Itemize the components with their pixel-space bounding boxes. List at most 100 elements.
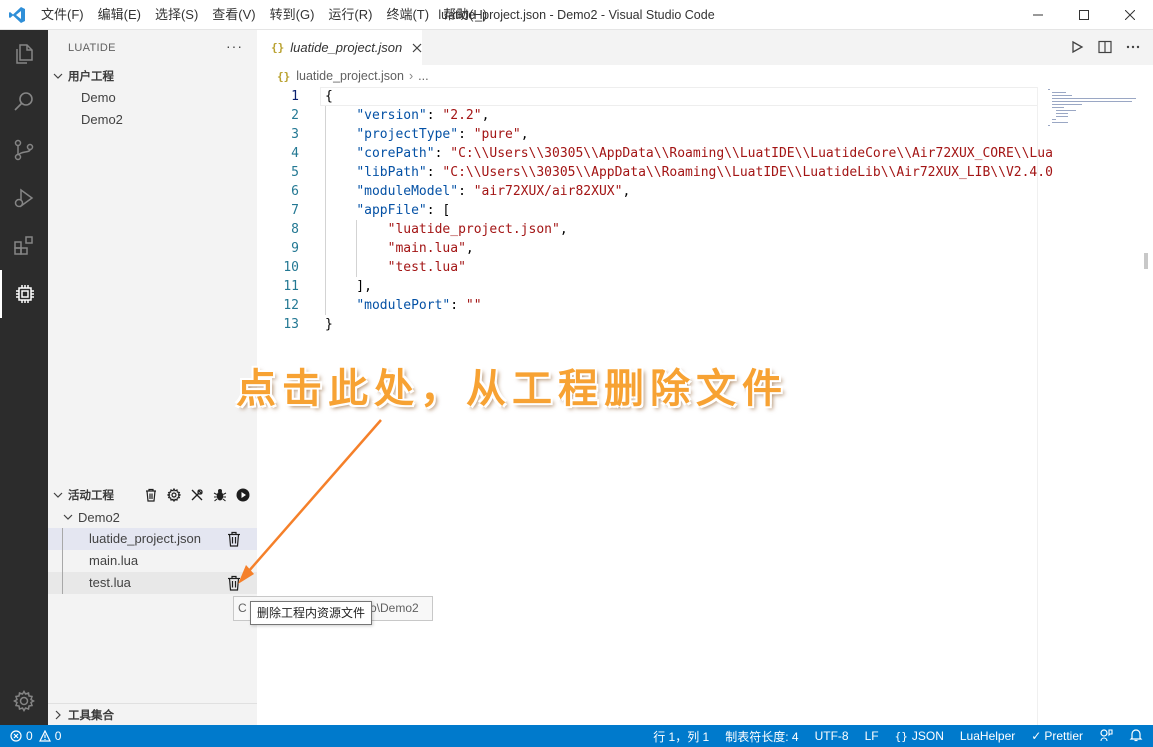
file-item-luatide-project-json[interactable]: luatide_project.json xyxy=(48,528,257,550)
line-number: 3 xyxy=(291,127,299,142)
code-token: "version" xyxy=(356,108,427,123)
extensions-icon[interactable] xyxy=(0,222,48,270)
code-line[interactable]: 9 "main.lua", xyxy=(257,239,1037,258)
code-line[interactable]: 6 "moduleModel": "air72XUX/air82XUX", xyxy=(257,182,1037,201)
code-line[interactable]: 4 "corePath": "C:\\Users\\30305\\AppData… xyxy=(257,144,1053,163)
lua-helper[interactable]: LuaHelper xyxy=(960,729,1015,743)
tab-label: luatide_project.json xyxy=(290,40,403,55)
file-item-main-lua[interactable]: main.lua xyxy=(48,550,257,572)
cursor-position[interactable]: 行 1，列 1 xyxy=(653,728,709,745)
settings-gear-icon[interactable] xyxy=(0,677,48,725)
close-tab-icon[interactable] xyxy=(412,40,422,56)
code-line[interactable]: 1{ xyxy=(257,87,1038,106)
menu-item[interactable]: 选择(S) xyxy=(148,0,205,30)
menu-item[interactable]: 帮助(H) xyxy=(436,0,494,30)
build-tools-icon[interactable] xyxy=(189,487,205,503)
minimize-icon[interactable] xyxy=(1015,0,1061,30)
code-token: "projectType" xyxy=(356,127,459,142)
problems-indicator[interactable]: 0 0 xyxy=(0,729,61,743)
code-token: , xyxy=(622,184,631,199)
active-project-folder[interactable]: Demo2 xyxy=(48,506,257,528)
file-item-test-lua[interactable]: test.lua xyxy=(48,572,257,594)
indent-guide xyxy=(325,125,326,144)
code-line[interactable]: 5 "libPath": "C:\\Users\\30305\\AppData\… xyxy=(257,163,1053,182)
user-projects-section[interactable]: 用户工程 xyxy=(48,65,257,87)
code-line[interactable]: 7 "appFile": [ xyxy=(257,201,1037,220)
file-label: luatide_project.json xyxy=(89,531,202,546)
prettier[interactable]: ✓ Prettier xyxy=(1031,729,1083,743)
line-number: 1 xyxy=(291,89,299,104)
title-bar: 文件(F) 编辑(E) 选择(S) 查看(V) 转到(G) 运行(R) 终端(T) 帮助(H)… xyxy=(0,0,1153,30)
code-line[interactable]: 11 ], xyxy=(257,277,1037,296)
debug-bug-icon[interactable] xyxy=(212,487,228,503)
warning-count: 0 xyxy=(54,729,62,743)
user-projects-label: 用户工程 xyxy=(68,71,114,83)
tools-section[interactable]: 工具集合 xyxy=(48,703,257,725)
code-token: : xyxy=(434,146,451,161)
more-actions-icon[interactable]: ··· xyxy=(226,38,243,54)
project-settings-gear-icon[interactable] xyxy=(166,487,182,503)
minimap[interactable] xyxy=(1037,87,1137,725)
code-line[interactable]: 2 "version": "2.2", xyxy=(257,106,1037,125)
project-item-demo[interactable]: Demo xyxy=(48,87,257,109)
explorer-icon[interactable] xyxy=(0,30,48,78)
code-line[interactable]: 3 "projectType": "pure", xyxy=(257,125,1037,144)
menu-item[interactable]: 查看(V) xyxy=(205,0,262,30)
run-play-icon[interactable] xyxy=(235,487,251,503)
close-window-icon[interactable] xyxy=(1107,0,1153,30)
language-mode[interactable]: {} JSON xyxy=(895,729,944,743)
encoding[interactable]: UTF-8 xyxy=(815,729,849,743)
run-file-icon[interactable] xyxy=(1069,39,1085,55)
indent-guide xyxy=(325,201,326,220)
status-bar: 0 0 行 1，列 1 制表符长度: 4 UTF-8 LF {} JSON Lua… xyxy=(0,725,1153,747)
vertical-scrollbar[interactable] xyxy=(1141,87,1153,725)
notifications-bell-icon[interactable] xyxy=(1129,728,1143,745)
error-count: 0 xyxy=(26,729,33,743)
end-of-line[interactable]: LF xyxy=(865,729,879,743)
active-project-section[interactable]: 活动工程 xyxy=(48,484,257,506)
more-actions-icon[interactable] xyxy=(1125,39,1141,55)
luatide-chip-icon[interactable] xyxy=(0,270,48,318)
source-control-icon[interactable] xyxy=(0,126,48,174)
code-line[interactable]: 13} xyxy=(257,315,1037,334)
vscode-logo-icon xyxy=(0,0,34,30)
menu-item[interactable]: 编辑(E) xyxy=(91,0,148,30)
line-number: 2 xyxy=(291,108,299,123)
project-item-demo2[interactable]: Demo2 xyxy=(48,109,257,131)
menu-item[interactable]: 文件(F) xyxy=(34,0,91,30)
breadcrumb-more[interactable]: ... xyxy=(418,69,428,83)
code-text: "modulePort": "" xyxy=(325,296,481,315)
delete-project-icon[interactable] xyxy=(143,487,159,503)
code-line[interactable]: 8 "luatide_project.json", xyxy=(257,220,1037,239)
tab-luatide-project-json[interactable]: {} luatide_project.json xyxy=(257,30,423,65)
project-label: Demo xyxy=(81,90,116,105)
menu-item[interactable]: 运行(R) xyxy=(321,0,379,30)
check-double-icon: ✓ xyxy=(1031,729,1042,743)
delete-file-icon[interactable] xyxy=(227,531,243,547)
menu-item[interactable]: 转到(G) xyxy=(263,0,322,30)
code-line[interactable]: 12 "modulePort": "" xyxy=(257,296,1037,315)
code-text: ], xyxy=(325,277,372,296)
sidebar: LUATIDE ··· 用户工程 Demo Demo2 活动工程 Demo2 l… xyxy=(48,30,257,725)
breadcrumb[interactable]: {} luatide_project.json › ... xyxy=(257,65,1153,87)
feedback-icon[interactable] xyxy=(1099,728,1113,745)
delete-file-tooltip: 删除工程内资源文件 xyxy=(250,601,373,625)
delete-file-icon[interactable] xyxy=(227,575,243,591)
tab-size[interactable]: 制表符长度: 4 xyxy=(725,728,798,745)
code-token: : xyxy=(458,184,474,199)
line-number: 6 xyxy=(291,184,299,199)
menu-item[interactable]: 终端(T) xyxy=(379,0,436,30)
chevron-down-icon xyxy=(48,490,68,500)
code-token: "C:\\Users\\30305\\AppData\\Roaming\\Lua… xyxy=(442,165,1053,180)
split-editor-icon[interactable] xyxy=(1097,39,1113,55)
breadcrumb-file[interactable]: luatide_project.json xyxy=(296,69,404,83)
code-line[interactable]: 10 "test.lua" xyxy=(257,258,1037,277)
indent-guide xyxy=(325,182,326,201)
maximize-icon[interactable] xyxy=(1061,0,1107,30)
annotation-callout: 点击此处，从工程删除文件 xyxy=(236,366,788,412)
file-label: main.lua xyxy=(89,553,139,568)
run-debug-icon[interactable] xyxy=(0,174,48,222)
search-icon[interactable] xyxy=(0,78,48,126)
